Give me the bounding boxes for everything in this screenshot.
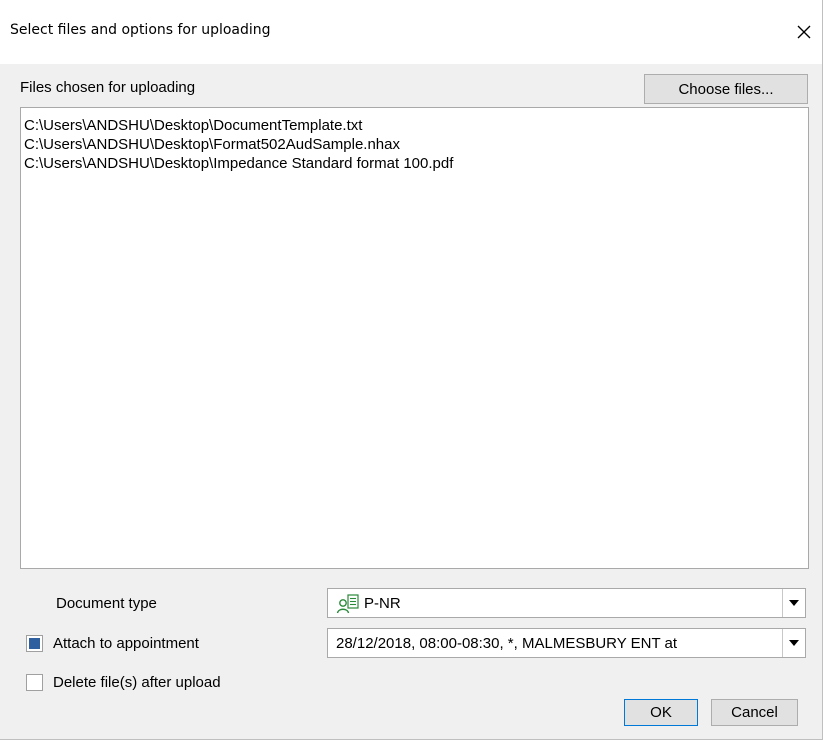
chevron-down-icon: [789, 600, 799, 606]
file-list-item[interactable]: C:\Users\ANDSHU\Desktop\Impedance Standa…: [24, 154, 808, 173]
document-type-select[interactable]: P-NR: [327, 588, 806, 618]
file-list[interactable]: C:\Users\ANDSHU\Desktop\DocumentTemplate…: [20, 107, 809, 569]
close-button[interactable]: [790, 18, 818, 46]
ok-button[interactable]: OK: [624, 699, 698, 726]
cancel-button[interactable]: Cancel: [711, 699, 798, 726]
document-type-value: P-NR: [364, 595, 401, 612]
delete-after-upload-checkbox[interactable]: [26, 674, 43, 691]
attach-to-appointment-checkbox[interactable]: [26, 635, 43, 652]
attach-to-appointment-label: Attach to appointment: [53, 635, 199, 652]
person-document-icon: [336, 594, 359, 614]
appointment-select[interactable]: 28/12/2018, 08:00-08:30, *, MALMESBURY E…: [327, 628, 806, 658]
upload-dialog: Select files and options for uploading F…: [0, 0, 823, 740]
choose-files-button[interactable]: Choose files...: [644, 74, 808, 104]
delete-after-upload-row[interactable]: Delete file(s) after upload: [26, 674, 221, 691]
document-type-label: Document type: [56, 595, 157, 612]
dialog-title: Select files and options for uploading: [10, 22, 271, 38]
document-type-dropdown-button[interactable]: [782, 589, 805, 617]
chevron-down-icon: [789, 640, 799, 646]
delete-after-upload-label: Delete file(s) after upload: [53, 674, 221, 691]
appointment-value: 28/12/2018, 08:00-08:30, *, MALMESBURY E…: [336, 635, 678, 652]
files-chosen-label: Files chosen for uploading: [20, 79, 196, 96]
title-bar: Select files and options for uploading: [0, 0, 822, 64]
file-list-item[interactable]: C:\Users\ANDSHU\Desktop\Format502AudSamp…: [24, 135, 808, 154]
attach-to-appointment-row[interactable]: Attach to appointment: [26, 635, 199, 652]
appointment-dropdown-button[interactable]: [782, 629, 805, 657]
file-list-item[interactable]: C:\Users\ANDSHU\Desktop\DocumentTemplate…: [24, 116, 808, 135]
close-icon: [797, 25, 811, 39]
